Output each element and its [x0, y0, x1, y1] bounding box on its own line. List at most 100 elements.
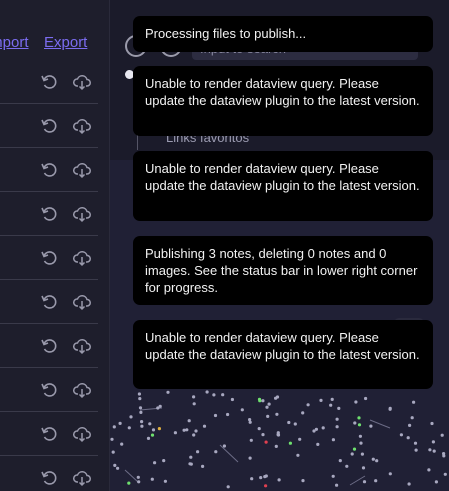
reset-icon[interactable]	[40, 73, 58, 91]
graph-node	[407, 482, 411, 486]
settings-row	[0, 148, 98, 192]
graph-node	[434, 480, 438, 484]
graph-node	[335, 417, 339, 421]
graph-node	[189, 455, 193, 459]
graph-node	[337, 406, 341, 410]
settings-row	[0, 104, 98, 148]
graph-node	[440, 433, 444, 437]
graph-node	[120, 442, 124, 446]
graph-node	[111, 450, 115, 454]
graph-node	[150, 477, 154, 481]
settings-row	[0, 280, 98, 324]
graph-node	[137, 392, 141, 396]
reset-icon[interactable]	[40, 381, 58, 399]
notice-dataview-error[interactable]: Unable to render dataview query. Please …	[133, 320, 433, 389]
graph-node	[388, 472, 392, 476]
cloud-upload-icon[interactable]	[73, 469, 91, 487]
cloud-upload-icon[interactable]	[73, 205, 91, 223]
reset-icon[interactable]	[40, 469, 58, 487]
reset-icon[interactable]	[40, 337, 58, 355]
graph-node	[331, 474, 335, 478]
reset-icon[interactable]	[40, 249, 58, 267]
graph-node	[162, 459, 166, 463]
graph-edge	[124, 469, 139, 483]
graph-node	[428, 448, 432, 452]
cloud-upload-icon[interactable]	[73, 73, 91, 91]
graph-node	[192, 395, 196, 399]
graph-node	[192, 433, 196, 437]
graph-node	[157, 427, 161, 431]
graph-node	[140, 420, 144, 424]
graph-node	[359, 441, 363, 445]
notice-dataview-error[interactable]: Unable to render dataview query. Please …	[133, 151, 433, 221]
graph-node	[314, 427, 318, 431]
graph-node	[335, 425, 339, 429]
graph-node	[354, 400, 358, 404]
reset-icon[interactable]	[40, 161, 58, 179]
graph-node	[248, 418, 252, 422]
notice-dataview-error[interactable]: Unable to render dataview query. Please …	[133, 66, 433, 136]
settings-row	[0, 456, 98, 491]
graph-node	[261, 399, 265, 403]
import-link[interactable]: Import	[0, 34, 29, 51]
reset-icon[interactable]	[40, 117, 58, 135]
graph-node	[338, 459, 342, 463]
graph-node	[321, 426, 325, 430]
graph-node	[138, 406, 143, 410]
graph-node	[369, 424, 373, 428]
graph-node	[138, 397, 142, 401]
graph-node	[388, 407, 392, 411]
graph-node	[118, 421, 122, 425]
graph-node	[192, 402, 196, 406]
graph-node	[301, 479, 305, 483]
graph-node	[148, 422, 152, 426]
graph-node	[329, 403, 333, 407]
reset-icon[interactable]	[40, 425, 58, 443]
graph-node	[116, 466, 120, 470]
graph-node	[110, 437, 114, 441]
graph-node	[443, 472, 447, 476]
graph-node	[288, 441, 292, 445]
graph-node	[352, 447, 357, 451]
cloud-upload-icon[interactable]	[73, 293, 91, 311]
notice-publishing[interactable]: Publishing 3 notes, deleting 0 notes and…	[133, 236, 433, 305]
graph-node	[316, 442, 320, 446]
graph-node	[357, 423, 362, 427]
graph-node	[136, 475, 140, 479]
graph-node	[257, 397, 262, 401]
settings-row	[0, 236, 98, 280]
graph-node	[188, 462, 192, 466]
graph-node	[414, 448, 418, 452]
settings-row	[0, 192, 98, 236]
graph-canvas[interactable]	[110, 390, 449, 491]
reset-icon[interactable]	[40, 205, 58, 223]
graph-node	[166, 390, 170, 394]
graph-edge	[349, 475, 366, 486]
cloud-upload-icon[interactable]	[73, 425, 91, 443]
export-link[interactable]: Export	[44, 34, 87, 51]
graph-node	[301, 411, 305, 415]
graph-node	[319, 398, 323, 402]
graph-node	[213, 413, 218, 418]
cloud-upload-icon[interactable]	[73, 161, 91, 179]
reset-icon[interactable]	[40, 293, 58, 311]
cloud-upload-icon[interactable]	[73, 117, 91, 135]
graph-node	[430, 421, 434, 426]
graph-node	[140, 424, 144, 428]
graph-node	[187, 419, 191, 423]
graph-node	[222, 444, 226, 448]
graph-node	[201, 464, 205, 468]
graph-node	[226, 412, 230, 417]
graph-node	[266, 414, 270, 418]
graph-node	[240, 408, 244, 412]
graph-node	[146, 436, 151, 440]
cloud-upload-icon[interactable]	[73, 337, 91, 355]
graph-node	[361, 466, 366, 470]
cloud-upload-icon[interactable]	[73, 249, 91, 267]
cloud-upload-icon[interactable]	[73, 381, 91, 399]
graph-node	[127, 481, 131, 485]
graph-node	[331, 438, 335, 442]
notice-processing[interactable]: Processing files to publish...	[133, 16, 433, 52]
graph-node	[264, 474, 268, 478]
graph-node	[277, 478, 281, 482]
